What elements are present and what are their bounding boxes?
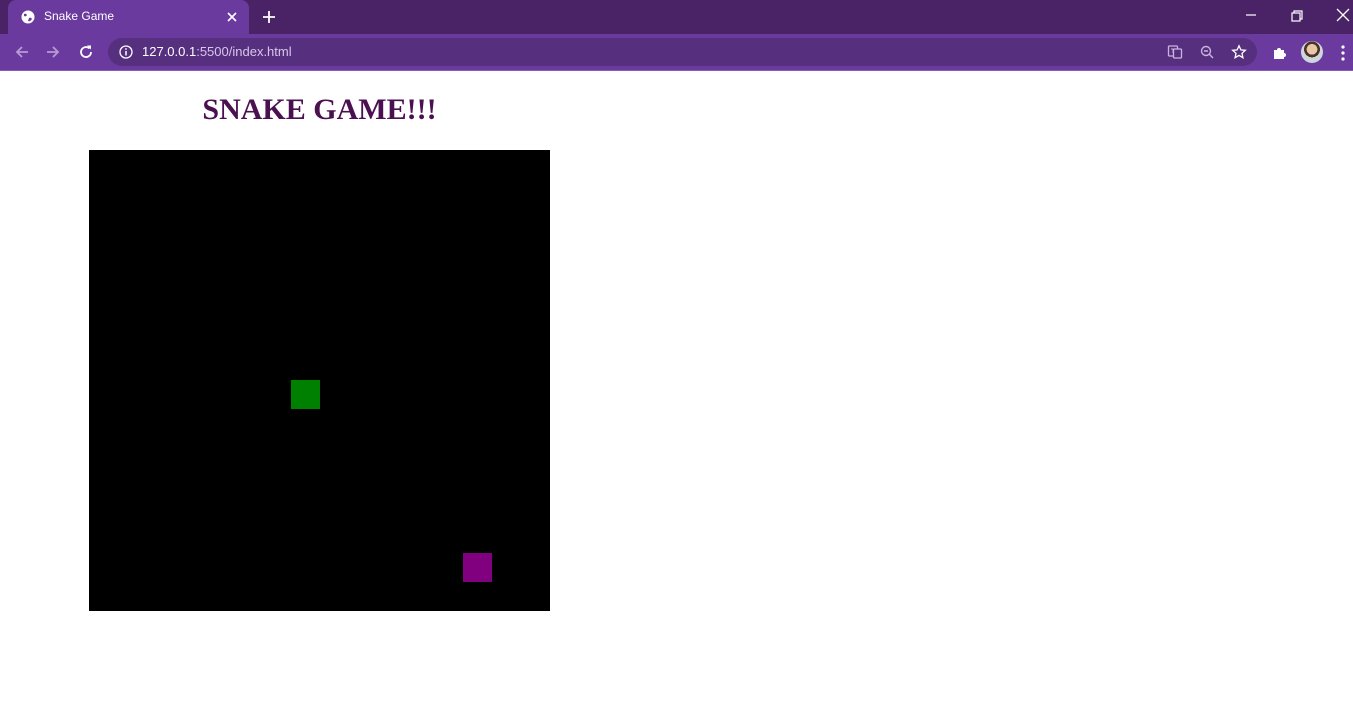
url-path: :5500/index.html bbox=[196, 44, 292, 59]
reload-icon[interactable] bbox=[77, 43, 95, 61]
new-tab-plus-icon[interactable] bbox=[261, 9, 277, 25]
info-icon[interactable] bbox=[119, 45, 133, 59]
zoom-out-icon[interactable] bbox=[1199, 44, 1215, 60]
food-tile bbox=[463, 553, 493, 583]
address-bar[interactable]: 127.0.0.1:5500/index.html bbox=[108, 38, 1257, 66]
translate-icon[interactable] bbox=[1167, 44, 1183, 60]
forward-arrow-icon[interactable] bbox=[44, 43, 62, 61]
kebab-menu-icon[interactable] bbox=[1337, 44, 1349, 62]
browser-toolbar: 127.0.0.1:5500/index.html bbox=[0, 34, 1353, 70]
window-close-icon[interactable] bbox=[1335, 7, 1351, 23]
extensions-puzzle-icon[interactable] bbox=[1271, 44, 1288, 61]
tab-title: Snake Game bbox=[44, 9, 115, 23]
url-text[interactable]: 127.0.0.1:5500/index.html bbox=[142, 44, 292, 59]
back-arrow-icon[interactable] bbox=[13, 43, 31, 61]
restore-icon[interactable] bbox=[1289, 8, 1305, 24]
close-icon[interactable] bbox=[225, 10, 239, 24]
minimize-icon[interactable] bbox=[1243, 8, 1259, 24]
snake-segment bbox=[290, 380, 320, 410]
bookmark-star-icon[interactable] bbox=[1231, 44, 1247, 60]
url-host: 127.0.0.1 bbox=[142, 44, 197, 59]
toolbar-divider bbox=[0, 70, 1353, 71]
profile-avatar[interactable] bbox=[1301, 41, 1323, 63]
tab-snake-game[interactable]: Snake Game bbox=[8, 0, 249, 34]
page-heading: SNAKE GAME!!! bbox=[202, 93, 437, 126]
globe-icon bbox=[21, 10, 35, 24]
game-board[interactable] bbox=[89, 150, 550, 611]
title-bar: Snake Game bbox=[0, 0, 1353, 34]
